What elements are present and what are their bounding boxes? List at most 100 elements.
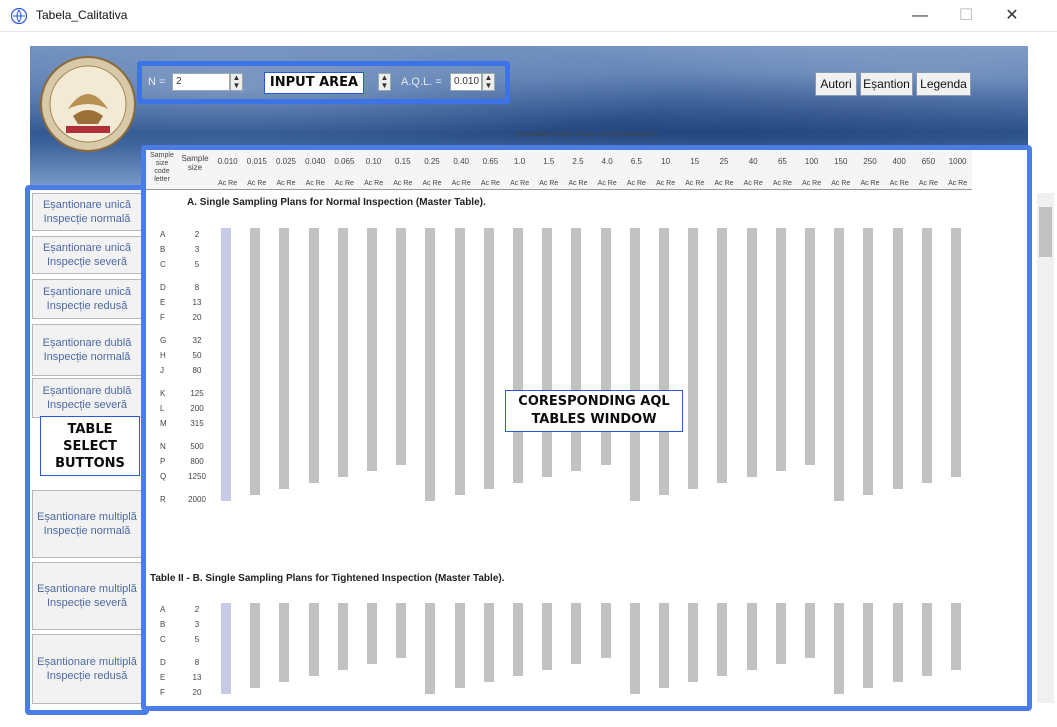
- aql-level-header: 100: [804, 157, 819, 166]
- university-logo: [40, 56, 136, 152]
- acceptance-arrow: [454, 603, 465, 688]
- sample-size: 50: [192, 351, 202, 360]
- ac-re-header: Ac Re: [451, 180, 471, 187]
- sample-size: 500: [190, 442, 204, 451]
- aql-level-header: 40: [748, 157, 758, 166]
- acceptance-arrow: [951, 603, 961, 670]
- n-input[interactable]: 2: [172, 73, 230, 91]
- aql-level-header: 1.5: [543, 157, 555, 166]
- sample-size: 315: [190, 419, 204, 428]
- sample-size: 5: [194, 635, 200, 644]
- acceptance-arrow: [571, 603, 582, 664]
- code-letter: N: [160, 442, 166, 451]
- ac-re-header: Ac Re: [918, 180, 938, 187]
- acceptance-arrow: [717, 228, 728, 483]
- ac-re-header: Ac Re: [276, 180, 296, 187]
- acceptance-arrow: [629, 603, 640, 694]
- aql-level-header: 0.065: [334, 157, 355, 166]
- acceptance-arrow: [863, 603, 874, 688]
- section-a-title: A. Single Sampling Plans for Normal Insp…: [187, 197, 486, 208]
- acceptance-arrow: [805, 228, 815, 465]
- aql-label: A.Q.L. =: [401, 76, 442, 88]
- n-label: N =: [148, 76, 166, 88]
- table-select-callout: TABLE SELECT BUTTONS: [40, 416, 140, 476]
- acceptance-arrow: [308, 603, 319, 676]
- code-letter: D: [160, 658, 166, 667]
- authors-button[interactable]: Autori: [815, 72, 857, 96]
- code-letter: H: [160, 351, 166, 360]
- acceptance-arrow: [250, 603, 261, 688]
- double-normal-button[interactable]: Eșantionare dublă Inspecție normală: [32, 324, 142, 376]
- acceptance-arrow: [688, 228, 699, 489]
- code-letter: C: [160, 260, 166, 269]
- aql-level-header: 400: [892, 157, 906, 166]
- ac-re-header: Ac Re: [218, 180, 238, 187]
- aql-header-label: Acceptable Quality Levels (normal inspec…: [515, 131, 658, 138]
- acceptance-arrow: [775, 603, 786, 664]
- ac-re-header: Ac Re: [743, 180, 763, 187]
- acceptance-arrow: [425, 228, 436, 501]
- acceptance-arrow: [805, 603, 815, 658]
- maximize-button[interactable]: ☐: [943, 0, 989, 32]
- acceptance-arrow: [688, 603, 699, 682]
- code-letter: G: [160, 336, 167, 345]
- ac-re-header: Ac Re: [802, 180, 822, 187]
- acceptance-arrow: [308, 228, 319, 483]
- acceptance-arrow: [542, 228, 553, 477]
- legend-button[interactable]: Legenda: [916, 72, 971, 96]
- acceptance-arrow: [367, 228, 377, 471]
- aql-spin-buttons[interactable]: ▲ ▼: [482, 73, 495, 91]
- app-icon: [10, 7, 28, 25]
- code-letter: F: [160, 313, 165, 322]
- acceptance-arrow: [221, 603, 231, 694]
- close-button[interactable]: ✕: [989, 0, 1035, 32]
- sample-size: 2: [194, 605, 200, 614]
- acceptance-arrow: [396, 603, 407, 658]
- ac-re-header: Ac Re: [685, 180, 705, 187]
- acceptance-arrow: [892, 228, 903, 489]
- single-tightened-button[interactable]: Eșantionare unică Inspecție severă: [32, 236, 142, 274]
- minimize-button[interactable]: —: [897, 0, 943, 32]
- code-letter-header: Sample size code letter: [150, 152, 174, 183]
- aql-level-header: 0.025: [275, 157, 296, 166]
- aql-level-header: 15: [690, 157, 700, 166]
- code-letter: A: [160, 605, 166, 614]
- aql-input[interactable]: 0.010: [450, 73, 482, 91]
- scroll-thumb[interactable]: [1039, 207, 1052, 257]
- ac-re-header: Ac Re: [480, 180, 500, 187]
- acceptance-arrow: [892, 603, 903, 682]
- ac-re-header: Ac Re: [510, 180, 530, 187]
- multiple-tightened-button[interactable]: Eșantionare multiplă Inspecție severă: [32, 562, 142, 630]
- field2-spin-buttons[interactable]: ▲ ▼: [378, 73, 391, 91]
- aql-level-header: 1000: [948, 157, 967, 166]
- ac-re-header: Ac Re: [568, 180, 588, 187]
- acceptance-arrow: [659, 228, 669, 495]
- multiple-reduced-button[interactable]: Eșantionare multiplă Inspecție redusă: [32, 634, 142, 704]
- vertical-scrollbar[interactable]: [1037, 193, 1054, 703]
- aql-level-header: 150: [834, 157, 848, 166]
- ac-re-header: Ac Re: [393, 180, 413, 187]
- ac-re-header: Ac Re: [831, 180, 851, 187]
- window-title: Tabela_Calitativa: [36, 8, 128, 22]
- multiple-normal-button[interactable]: Eșantionare multiplă Inspecție normală: [32, 490, 142, 558]
- ac-re-header: Ac Re: [364, 180, 384, 187]
- aql-level-header: 0.40: [453, 157, 469, 166]
- code-letter: R: [160, 495, 166, 504]
- acceptance-arrow: [600, 603, 611, 658]
- sample-size: 2000: [188, 495, 206, 504]
- ac-re-header: Ac Re: [247, 180, 267, 187]
- single-reduced-button[interactable]: Eșantionare unică Inspecție redusă: [32, 279, 142, 319]
- acceptance-arrow: [659, 603, 669, 688]
- acceptance-arrow: [921, 228, 932, 483]
- code-letter: K: [160, 389, 166, 398]
- single-normal-button[interactable]: Eșantionare unică Inspecție normală: [32, 193, 142, 231]
- title-bar: Tabela_Calitativa — ☐ ✕: [0, 0, 1057, 32]
- aql-level-header: 0.15: [394, 157, 411, 166]
- sample-button[interactable]: Eșantion: [860, 72, 913, 96]
- ac-re-header: Ac Re: [772, 180, 792, 187]
- code-letter: P: [160, 457, 166, 466]
- acceptance-arrow: [279, 228, 290, 489]
- double-tightened-button[interactable]: Eșantionare dublă Inspecție severă: [32, 378, 142, 418]
- n-spin-buttons[interactable]: ▲ ▼: [230, 73, 243, 91]
- code-letter: Q: [160, 472, 167, 481]
